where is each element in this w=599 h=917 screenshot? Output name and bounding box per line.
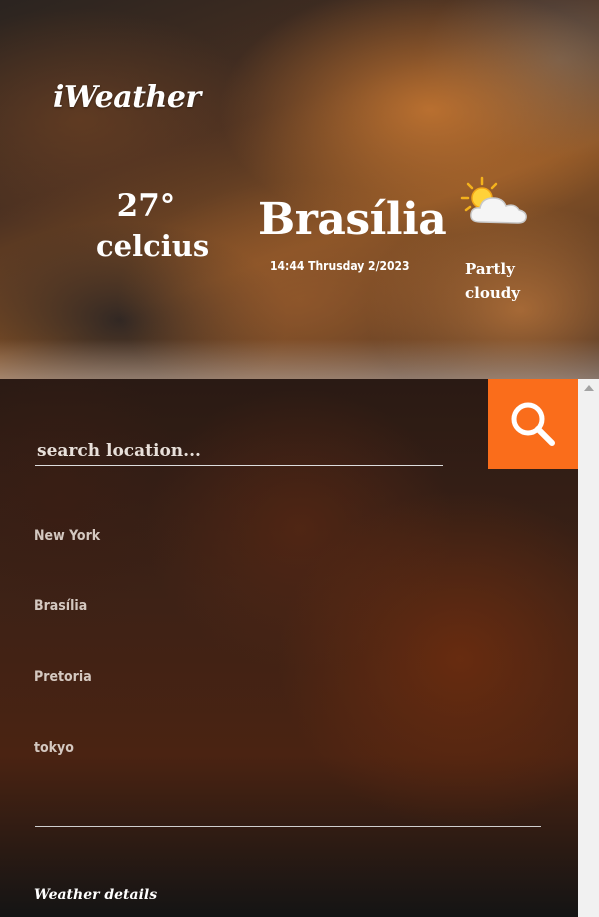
location-item-tokyo[interactable]: tokyo bbox=[34, 740, 74, 756]
current-temperature: 27° celcius bbox=[96, 186, 210, 266]
location-item-new-york[interactable]: New York bbox=[34, 528, 100, 544]
scrollbar[interactable] bbox=[578, 379, 599, 917]
scroll-up-arrow-icon[interactable] bbox=[584, 385, 594, 391]
weather-details-heading: Weather details bbox=[34, 887, 158, 903]
search-button[interactable] bbox=[488, 379, 578, 469]
temperature-value: 27° bbox=[116, 188, 176, 224]
search-input[interactable] bbox=[35, 437, 443, 466]
temperature-unit: celcius bbox=[96, 229, 210, 263]
city-name: Brasília bbox=[258, 194, 447, 245]
partly-cloudy-icon bbox=[460, 176, 530, 228]
side-panel: New York Brasília Pretoria tokyo Weather… bbox=[0, 379, 578, 917]
divider bbox=[35, 826, 541, 827]
weather-condition: Partly cloudy bbox=[465, 260, 520, 302]
location-item-brasilia[interactable]: Brasília bbox=[34, 598, 87, 614]
date-time: 14:44 Thrusday 2/2023 bbox=[270, 259, 410, 273]
hero-section: iWeather 27° celcius Brasília 14:44 Thru… bbox=[0, 0, 599, 379]
search-icon bbox=[511, 402, 555, 446]
app-logo: iWeather bbox=[53, 80, 201, 115]
location-item-pretoria[interactable]: Pretoria bbox=[34, 669, 92, 685]
